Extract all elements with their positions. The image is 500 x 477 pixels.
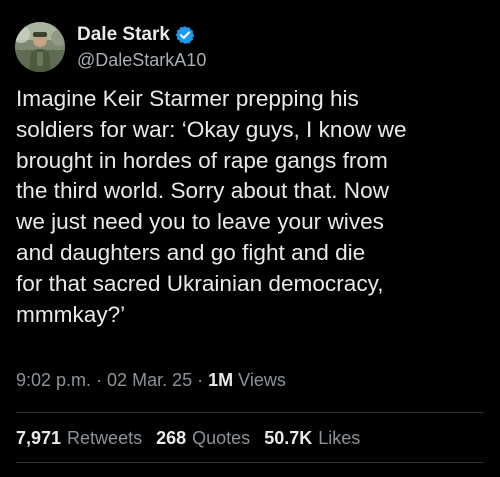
- retweets-label: Retweets: [67, 428, 143, 448]
- meta-separator: ·: [197, 370, 204, 390]
- tweet-time[interactable]: 9:02 p.m.: [16, 370, 91, 390]
- engagement-stats: 7,971 Retweets 268 Quotes 50.7K Likes: [16, 428, 374, 449]
- divider: [16, 462, 484, 463]
- divider: [16, 412, 484, 413]
- author-names: Dale Stark @DaleStarkA10: [77, 23, 206, 71]
- meta-separator: ·: [96, 370, 103, 390]
- tweet-meta: 9:02 p.m. · 02 Mar. 25 · 1M Views: [16, 370, 286, 391]
- tweet-date[interactable]: 02 Mar. 25: [107, 370, 192, 390]
- retweets-count: 7,971: [16, 428, 62, 448]
- quotes-stat[interactable]: 268 Quotes: [156, 428, 250, 449]
- quotes-label: Quotes: [192, 428, 251, 448]
- tweet-text: Imagine Keir Starmer prepping his soldie…: [16, 86, 407, 327]
- retweets-stat[interactable]: 7,971 Retweets: [16, 428, 142, 449]
- quotes-count: 268: [156, 428, 187, 448]
- avatar[interactable]: [15, 22, 65, 72]
- views-count: 1M: [208, 370, 234, 390]
- likes-stat[interactable]: 50.7K Likes: [264, 428, 360, 449]
- author-display-name[interactable]: Dale Stark: [77, 24, 170, 46]
- likes-count: 50.7K: [264, 428, 313, 448]
- avatar-image: [15, 22, 65, 72]
- views-label: Views: [238, 370, 286, 390]
- verified-badge-icon: [175, 25, 195, 45]
- author-handle[interactable]: @DaleStarkA10: [77, 50, 206, 71]
- tweet-header: Dale Stark @DaleStarkA10: [15, 22, 206, 72]
- likes-label: Likes: [318, 428, 361, 448]
- name-row: Dale Stark: [77, 23, 206, 47]
- tweet-detail: Dale Stark @DaleStarkA10 Imagine Keir St…: [0, 0, 500, 477]
